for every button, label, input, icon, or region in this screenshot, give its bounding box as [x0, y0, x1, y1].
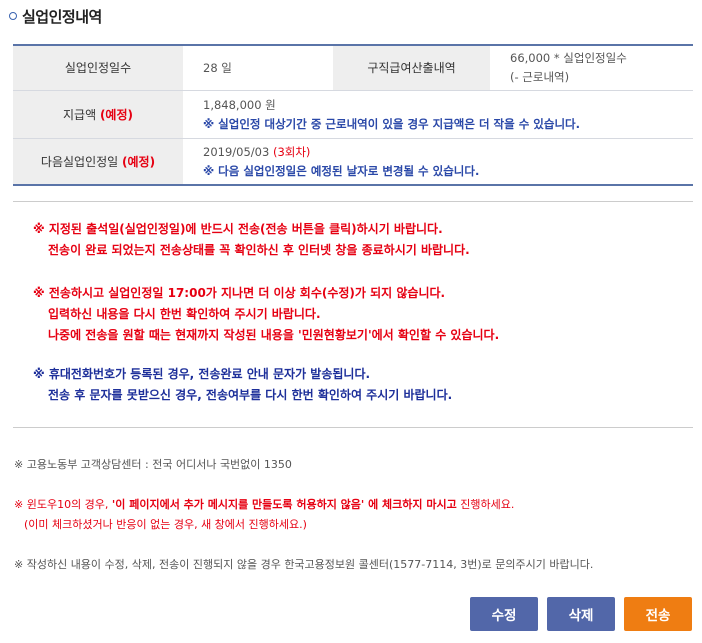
calc-formula: 66,000 * 실업인정일수 [510, 51, 627, 66]
notice-submit-line2: 전송이 완료 되었는지 전송상태를 꼭 확인하신 후 인터넷 창을 종료하시기 … [48, 243, 470, 257]
notice-submit: ※ 지정된 출석일(실업인정일)에 반드시 전송(전송 버튼을 클릭)하시기 바… [33, 219, 470, 261]
amount-note: ※ 실업인정 대상기간 중 근로내역이 있을 경우 지급액은 더 작을 수 있습… [203, 116, 580, 131]
footer-windows10-suffix: 진행하세요. [456, 498, 515, 511]
days-value: 28 일 [183, 45, 333, 91]
next-round: (3회차) [272, 144, 311, 159]
notice-deadline-line1: ※ 전송하시고 실업인정일 17:00가 지나면 더 이상 회수(수정)가 되지… [33, 286, 446, 300]
calc-deduction: (- 근로내역) [510, 70, 570, 85]
footer-callcenter-note: ※ 작성하신 내용이 수정, 삭제, 전송이 진행되지 않을 경우 한국고용정보… [14, 558, 594, 571]
notice-sms: ※ 휴대전화번호가 등록된 경우, 전송완료 안내 문자가 발송됩니다. 전송 … [33, 364, 452, 406]
notice-deadline-line3: 나중에 전송을 원할 때는 현재까지 작성된 내용을 '민원현황보기'에서 확인… [48, 328, 500, 342]
footer-windows10-line1: ※ 윈도우10의 경우, '이 페이지에서 추가 메시지를 만들도록 허용하지 … [14, 495, 514, 515]
notice-submit-line1: ※ 지정된 출석일(실업인정일)에 반드시 전송(전송 버튼을 클릭)하시기 바… [33, 222, 443, 236]
amount-value-cell: 1,848,000 원 ※ 실업인정 대상기간 중 근로내역이 있을 경우 지급… [183, 90, 693, 139]
edit-button[interactable]: 수정 [470, 597, 538, 631]
send-button[interactable]: 전송 [624, 597, 692, 631]
page-title: 실업인정내역 [22, 7, 102, 26]
next-label-cell: 다음실업인정일 (예정) [13, 138, 183, 186]
summary-row-days: 실업인정일수 28 일 구직급여산출내역 66,000 * 실업인정일수 (- … [13, 45, 693, 91]
notice-sms-line2: 전송 후 문자를 못받으신 경우, 전송여부를 다시 한번 확인하여 주시기 바… [48, 388, 453, 402]
days-label: 실업인정일수 [13, 45, 183, 91]
notice-deadline: ※ 전송하시고 실업인정일 17:00가 지나면 더 이상 회수(수정)가 되지… [33, 283, 499, 346]
notice-box: ※ 지정된 출석일(실업인정일)에 반드시 전송(전송 버튼을 클릭)하시기 바… [13, 201, 693, 428]
footer-windows10-line2: (이미 체크하셨거나 반응이 없는 경우, 새 창에서 진행하세요.) [24, 518, 307, 531]
next-value-cell: 2019/05/03 (3회차) ※ 다음 실업인정일은 예정된 날자로 변경될… [183, 138, 693, 186]
next-tag: (예정) [122, 154, 156, 169]
next-label: 다음실업인정일 [40, 154, 119, 169]
next-date: 2019/05/03 [203, 144, 270, 159]
unemployment-summary-table: 실업인정일수 28 일 구직급여산출내역 66,000 * 실업인정일수 (- … [13, 44, 693, 186]
footer-call-center: ※ 고용노동부 고객상담센터 : 전국 어디서나 국번없이 1350 [14, 458, 292, 471]
amount-label: 지급액 [62, 107, 97, 122]
section-header: 실업인정내역 [9, 4, 102, 28]
footer-windows10-bold: '이 페이지에서 추가 메시지를 만들도록 허용하지 않음' 에 체크하지 마시… [111, 498, 457, 511]
delete-button[interactable]: 삭제 [547, 597, 615, 631]
notice-deadline-line2: 입력하신 내용을 다시 한번 확인하여 주시기 바랍니다. [48, 307, 321, 321]
next-note: ※ 다음 실업인정일은 예정된 날자로 변경될 수 있습니다. [203, 163, 480, 178]
notice-sms-line1: ※ 휴대전화번호가 등록된 경우, 전송완료 안내 문자가 발송됩니다. [33, 367, 371, 381]
calc-label: 구직급여산출내역 [333, 45, 490, 91]
amount-tag: (예정) [99, 107, 133, 122]
summary-row-amount: 지급액 (예정) 1,848,000 원 ※ 실업인정 대상기간 중 근로내역이… [13, 90, 693, 139]
summary-row-next: 다음실업인정일 (예정) 2019/05/03 (3회차) ※ 다음 실업인정일… [13, 138, 693, 186]
footer-windows10-prefix: ※ 윈도우10의 경우, [14, 498, 112, 511]
footer-windows10-note: ※ 윈도우10의 경우, '이 페이지에서 추가 메시지를 만들도록 허용하지 … [14, 495, 514, 535]
calc-value: 66,000 * 실업인정일수 (- 근로내역) [490, 45, 693, 91]
amount-label-cell: 지급액 (예정) [13, 90, 183, 139]
bullet-circle-icon [9, 12, 17, 20]
amount-value: 1,848,000 원 [203, 97, 276, 112]
